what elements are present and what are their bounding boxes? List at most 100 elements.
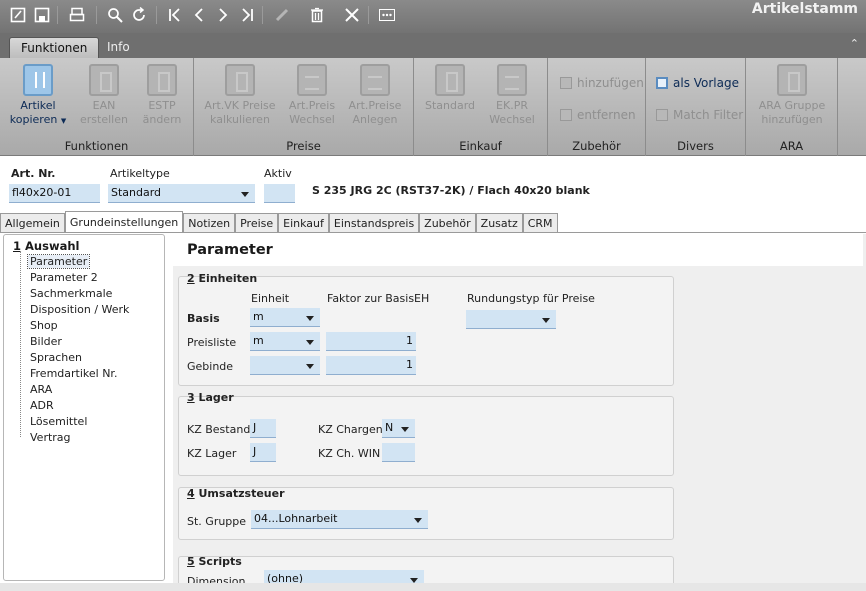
horizontal-scrollbar[interactable]: [0, 583, 866, 591]
zubehoer-entfernen-button[interactable]: entfernen: [560, 108, 636, 122]
tree-item-sprachen[interactable]: Sprachen: [30, 351, 82, 364]
tab-grundeinstellungen[interactable]: Grundeinstellungen: [64, 211, 184, 232]
tab-zubehoer[interactable]: Zubehör: [419, 213, 476, 232]
list-icon: [560, 77, 572, 89]
refresh-icon[interactable]: [130, 6, 147, 23]
tab-notizen[interactable]: Notizen: [183, 213, 236, 232]
last-record-icon[interactable]: [238, 6, 255, 23]
collapse-ribbon-icon[interactable]: ⌃: [850, 37, 859, 50]
group-ara: ARA Gruppe hinzufügen ARA: [746, 58, 838, 156]
aktiv-label: Aktiv: [264, 167, 292, 180]
kz-lager-field[interactable]: J: [250, 443, 276, 462]
main-header: Parameter: [173, 234, 863, 266]
list-icon: [297, 64, 327, 96]
ribbon: Artikel kopieren ▼ EAN erstellen ESTP än…: [0, 58, 866, 156]
copy-icon: [23, 64, 53, 96]
list-icon: [560, 109, 572, 121]
tab-preise[interactable]: Preise: [235, 213, 279, 232]
kz-chargen-label: KZ Chargen: [318, 423, 383, 436]
art-nr-label: Art. Nr.: [11, 167, 56, 180]
tree-item-disposition[interactable]: Disposition / Werk: [30, 303, 129, 316]
estp-aendern-button[interactable]: ESTP ändern: [134, 64, 190, 127]
ek-pr-wechsel-button[interactable]: EK.PR Wechsel: [484, 64, 540, 127]
tree-item-vertrag[interactable]: Vertrag: [30, 431, 71, 444]
section-scripts: [178, 556, 674, 586]
template-icon: [656, 77, 668, 89]
more-icon[interactable]: [378, 6, 395, 23]
tree-item-sachmerkmale[interactable]: Sachmerkmale: [30, 287, 112, 300]
aktiv-field[interactable]: [264, 184, 295, 203]
tree-item-adr[interactable]: ADR: [30, 399, 54, 412]
document-icon: [435, 64, 465, 96]
art-preise-anlegen-button[interactable]: Art.Preise Anlegen: [344, 64, 406, 127]
ribbon-tab-info[interactable]: Info: [96, 37, 141, 58]
tab-einkauf[interactable]: Einkauf: [278, 213, 329, 232]
document-icon: [777, 64, 807, 96]
kz-bestand-field[interactable]: J: [250, 419, 276, 438]
tab-crm[interactable]: CRM: [522, 213, 558, 232]
rundungstyp-select[interactable]: [466, 310, 556, 329]
print-icon[interactable]: [68, 6, 85, 23]
zubehoer-hinzufuegen-button[interactable]: hinzufügen: [560, 76, 644, 90]
tree-item-bilder[interactable]: Bilder: [30, 335, 62, 348]
document-icon: [147, 64, 177, 96]
group-preise: Art.VK Preise kalkulieren Art.Preis Wech…: [194, 58, 414, 156]
basis-einheit-select[interactable]: m: [250, 308, 320, 327]
art-nr-field[interactable]: fl40x20-01: [9, 184, 100, 203]
prev-record-icon[interactable]: [190, 6, 207, 23]
art-vk-preise-button[interactable]: Art.VK Preise kalkulieren: [204, 64, 276, 127]
ean-erstellen-button[interactable]: EAN erstellen: [76, 64, 132, 127]
selection-tree: 1 Auswahl Parameter Parameter 2 Sachmerk…: [3, 234, 165, 581]
group-label: ARA: [779, 139, 804, 153]
kz-chargen-select[interactable]: N: [382, 419, 415, 438]
group-label: Zubehör: [572, 139, 621, 153]
delete-icon[interactable]: [308, 6, 325, 23]
tab-zusatz[interactable]: Zusatz: [475, 213, 523, 232]
ribbon-tab-funktionen[interactable]: Funktionen: [9, 37, 100, 58]
ara-gruppe-button[interactable]: ARA Gruppe hinzufügen: [752, 64, 832, 127]
page-title: Parameter: [187, 242, 273, 258]
tab-allgemein[interactable]: Allgemein: [0, 213, 65, 232]
kz-ch-win-label: KZ Ch. WIN: [318, 447, 381, 460]
pencil-icon[interactable]: [273, 6, 290, 23]
match-filter-button[interactable]: Match Filter: [656, 108, 743, 122]
group-einkauf: Standard EK.PR Wechsel Einkauf: [414, 58, 548, 156]
preisliste-label: Preisliste: [187, 336, 237, 349]
art-preis-wechsel-button[interactable]: Art.Preis Wechsel: [282, 64, 342, 127]
edit-icon[interactable]: [9, 6, 26, 23]
tree-item-ara[interactable]: ARA: [30, 383, 52, 396]
artikel-kopieren-button[interactable]: Artikel kopieren ▼: [8, 64, 68, 128]
tree-item-loesemittel[interactable]: Lösemittel: [30, 415, 87, 428]
preisliste-einheit-select[interactable]: m: [250, 332, 320, 351]
artikeltype-select[interactable]: Standard: [108, 184, 255, 203]
article-description: S 235 JRG 2C (RST37-2K) / Flach 40x20 bl…: [312, 184, 590, 197]
ribbon-tab-bar: Funktionen Info ⌃: [0, 33, 866, 58]
next-record-icon[interactable]: [214, 6, 231, 23]
group-label: Divers: [677, 139, 714, 153]
col-faktor-label: Faktor zur BasisEH: [327, 292, 430, 305]
artikeltype-label: Artikeltype: [110, 167, 170, 180]
gebinde-faktor-field[interactable]: 1: [326, 356, 416, 375]
preisliste-faktor-field[interactable]: 1: [326, 332, 416, 351]
tree-item-parameter[interactable]: Parameter: [26, 254, 91, 269]
save-icon[interactable]: [33, 6, 50, 23]
list-icon: [360, 64, 390, 96]
group-label: Preise: [286, 139, 321, 153]
first-record-icon[interactable]: [166, 6, 183, 23]
section-title-einheiten: 2 Einheiten: [187, 272, 258, 285]
tree-item-shop[interactable]: Shop: [30, 319, 58, 332]
st-gruppe-select[interactable]: 04...Lohnarbeit: [251, 510, 428, 529]
list-icon: [497, 64, 527, 96]
tree-item-fremdartikel[interactable]: Fremdartikel Nr.: [30, 367, 117, 380]
close-icon[interactable]: [343, 6, 360, 23]
col-einheit-label: Einheit: [251, 292, 290, 305]
standard-button[interactable]: Standard: [422, 64, 478, 113]
group-label: Einkauf: [459, 139, 502, 153]
search-icon[interactable]: [106, 6, 123, 23]
als-vorlage-button[interactable]: als Vorlage: [656, 76, 739, 90]
tab-einstandspreis[interactable]: Einstandspreis: [328, 213, 420, 232]
kz-ch-win-field[interactable]: [382, 443, 415, 462]
tree-item-parameter-2[interactable]: Parameter 2: [30, 271, 98, 284]
gebinde-einheit-select[interactable]: [250, 356, 320, 375]
kz-lager-label: KZ Lager: [187, 447, 237, 460]
